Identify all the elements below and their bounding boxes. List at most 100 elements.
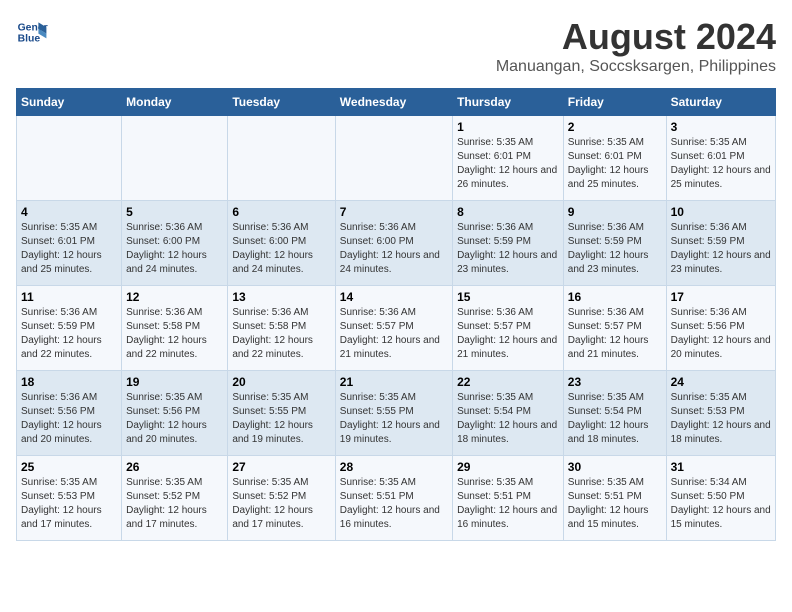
page-header: General Blue August 2024 Manuangan, Socc… <box>16 16 776 76</box>
day-info: Sunrise: 5:36 AM Sunset: 5:57 PM Dayligh… <box>340 306 448 362</box>
day-number: 19 <box>126 375 223 389</box>
day-info: Sunrise: 5:35 AM Sunset: 5:55 PM Dayligh… <box>232 391 330 447</box>
calendar-cell: 16 Sunrise: 5:36 AM Sunset: 5:57 PM Dayli… <box>563 286 666 371</box>
day-info: Sunrise: 5:35 AM Sunset: 5:54 PM Dayligh… <box>457 391 559 447</box>
day-number: 12 <box>126 290 223 304</box>
day-info: Sunrise: 5:35 AM Sunset: 5:51 PM Dayligh… <box>568 476 662 532</box>
day-number: 16 <box>568 290 662 304</box>
day-info: Sunrise: 5:35 AM Sunset: 5:51 PM Dayligh… <box>457 476 559 532</box>
day-info: Sunrise: 5:36 AM Sunset: 5:59 PM Dayligh… <box>568 221 662 277</box>
day-info: Sunrise: 5:36 AM Sunset: 6:00 PM Dayligh… <box>126 221 223 277</box>
calendar-week-row: 4 Sunrise: 5:35 AM Sunset: 6:01 PM Daylig… <box>17 201 776 286</box>
calendar-cell: 4 Sunrise: 5:35 AM Sunset: 6:01 PM Daylig… <box>17 201 122 286</box>
calendar-cell: 30 Sunrise: 5:35 AM Sunset: 5:51 PM Dayli… <box>563 456 666 541</box>
calendar-cell: 23 Sunrise: 5:35 AM Sunset: 5:54 PM Dayli… <box>563 371 666 456</box>
calendar-cell: 25 Sunrise: 5:35 AM Sunset: 5:53 PM Dayli… <box>17 456 122 541</box>
calendar-cell: 27Sunrise: 5:35 AM Sunset: 5:52 PM Dayli… <box>228 456 335 541</box>
day-number: 25 <box>21 460 117 474</box>
weekday-header: Wednesday <box>335 89 452 116</box>
day-info: Sunrise: 5:35 AM Sunset: 6:01 PM Dayligh… <box>457 136 559 192</box>
day-info: Sunrise: 5:35 AM Sunset: 6:01 PM Dayligh… <box>568 136 662 192</box>
day-number: 15 <box>457 290 559 304</box>
weekday-header: Tuesday <box>228 89 335 116</box>
day-info: Sunrise: 5:36 AM Sunset: 5:59 PM Dayligh… <box>457 221 559 277</box>
calendar-week-row: 25 Sunrise: 5:35 AM Sunset: 5:53 PM Dayli… <box>17 456 776 541</box>
calendar-cell: 9 Sunrise: 5:36 AM Sunset: 5:59 PM Daylig… <box>563 201 666 286</box>
title-section: August 2024 Manuangan, Soccsksargen, Phi… <box>496 16 776 76</box>
day-number: 17 <box>671 290 771 304</box>
day-info: Sunrise: 5:35 AM Sunset: 5:56 PM Dayligh… <box>126 391 223 447</box>
calendar-cell: 6 Sunrise: 5:36 AM Sunset: 6:00 PM Daylig… <box>228 201 335 286</box>
calendar-cell: 7 Sunrise: 5:36 AM Sunset: 6:00 PM Daylig… <box>335 201 452 286</box>
calendar-cell: 11 Sunrise: 5:36 AM Sunset: 5:59 PM Dayli… <box>17 286 122 371</box>
calendar-cell: 20Sunrise: 5:35 AM Sunset: 5:55 PM Dayli… <box>228 371 335 456</box>
day-number: 9 <box>568 205 662 219</box>
day-info: Sunrise: 5:35 AM Sunset: 5:52 PM Dayligh… <box>126 476 223 532</box>
calendar-cell: 17Sunrise: 5:36 AM Sunset: 5:56 PM Dayli… <box>666 286 775 371</box>
calendar-cell <box>335 116 452 201</box>
day-number: 28 <box>340 460 448 474</box>
day-number: 4 <box>21 205 117 219</box>
day-info: Sunrise: 5:35 AM Sunset: 5:53 PM Dayligh… <box>671 391 771 447</box>
day-info: Sunrise: 5:35 AM Sunset: 5:55 PM Dayligh… <box>340 391 448 447</box>
calendar-cell: 29 Sunrise: 5:35 AM Sunset: 5:51 PM Dayli… <box>453 456 564 541</box>
day-info: Sunrise: 5:35 AM Sunset: 6:01 PM Dayligh… <box>21 221 117 277</box>
calendar-cell <box>228 116 335 201</box>
day-info: Sunrise: 5:36 AM Sunset: 6:00 PM Dayligh… <box>340 221 448 277</box>
day-number: 30 <box>568 460 662 474</box>
calendar-week-row: 1 Sunrise: 5:35 AM Sunset: 6:01 PM Daylig… <box>17 116 776 201</box>
location-subtitle: Manuangan, Soccsksargen, Philippines <box>496 58 776 76</box>
calendar-cell <box>122 116 228 201</box>
calendar-cell: 21 Sunrise: 5:35 AM Sunset: 5:55 PM Dayli… <box>335 371 452 456</box>
day-number: 14 <box>340 290 448 304</box>
day-info: Sunrise: 5:36 AM Sunset: 5:58 PM Dayligh… <box>232 306 330 362</box>
calendar-cell: 18 Sunrise: 5:36 AM Sunset: 5:56 PM Dayli… <box>17 371 122 456</box>
day-info: Sunrise: 5:35 AM Sunset: 5:52 PM Dayligh… <box>232 476 330 532</box>
day-number: 11 <box>21 290 117 304</box>
calendar-cell: 15 Sunrise: 5:36 AM Sunset: 5:57 PM Dayli… <box>453 286 564 371</box>
calendar-cell: 26Sunrise: 5:35 AM Sunset: 5:52 PM Dayli… <box>122 456 228 541</box>
logo-icon: General Blue <box>16 16 48 48</box>
calendar-cell: 5 Sunrise: 5:36 AM Sunset: 6:00 PM Daylig… <box>122 201 228 286</box>
day-number: 6 <box>232 205 330 219</box>
day-number: 10 <box>671 205 771 219</box>
day-number: 18 <box>21 375 117 389</box>
day-info: Sunrise: 5:36 AM Sunset: 5:59 PM Dayligh… <box>21 306 117 362</box>
day-number: 22 <box>457 375 559 389</box>
calendar-header-row: SundayMondayTuesdayWednesdayThursdayFrid… <box>17 89 776 116</box>
calendar-cell: 22 Sunrise: 5:35 AM Sunset: 5:54 PM Dayli… <box>453 371 564 456</box>
day-info: Sunrise: 5:36 AM Sunset: 5:59 PM Dayligh… <box>671 221 771 277</box>
day-info: Sunrise: 5:36 AM Sunset: 6:00 PM Dayligh… <box>232 221 330 277</box>
calendar-cell: 14 Sunrise: 5:36 AM Sunset: 5:57 PM Dayli… <box>335 286 452 371</box>
day-info: Sunrise: 5:35 AM Sunset: 5:53 PM Dayligh… <box>21 476 117 532</box>
day-number: 23 <box>568 375 662 389</box>
weekday-header: Sunday <box>17 89 122 116</box>
calendar-cell: 2 Sunrise: 5:35 AM Sunset: 6:01 PM Daylig… <box>563 116 666 201</box>
calendar-table: SundayMondayTuesdayWednesdayThursdayFrid… <box>16 88 776 541</box>
calendar-cell <box>17 116 122 201</box>
calendar-cell: 8 Sunrise: 5:36 AM Sunset: 5:59 PM Daylig… <box>453 201 564 286</box>
day-number: 24 <box>671 375 771 389</box>
day-info: Sunrise: 5:36 AM Sunset: 5:57 PM Dayligh… <box>568 306 662 362</box>
weekday-header: Monday <box>122 89 228 116</box>
day-number: 8 <box>457 205 559 219</box>
day-info: Sunrise: 5:36 AM Sunset: 5:56 PM Dayligh… <box>21 391 117 447</box>
day-number: 7 <box>340 205 448 219</box>
day-info: Sunrise: 5:35 AM Sunset: 6:01 PM Dayligh… <box>671 136 771 192</box>
weekday-header: Thursday <box>453 89 564 116</box>
weekday-header: Saturday <box>666 89 775 116</box>
day-info: Sunrise: 5:36 AM Sunset: 5:57 PM Dayligh… <box>457 306 559 362</box>
day-number: 29 <box>457 460 559 474</box>
day-number: 2 <box>568 120 662 134</box>
day-number: 31 <box>671 460 771 474</box>
logo: General Blue <box>16 16 48 48</box>
day-number: 5 <box>126 205 223 219</box>
day-info: Sunrise: 5:35 AM Sunset: 5:51 PM Dayligh… <box>340 476 448 532</box>
calendar-cell: 28 Sunrise: 5:35 AM Sunset: 5:51 PM Dayli… <box>335 456 452 541</box>
day-number: 3 <box>671 120 771 134</box>
calendar-cell: 13Sunrise: 5:36 AM Sunset: 5:58 PM Dayli… <box>228 286 335 371</box>
weekday-header: Friday <box>563 89 666 116</box>
day-number: 1 <box>457 120 559 134</box>
day-number: 21 <box>340 375 448 389</box>
day-info: Sunrise: 5:35 AM Sunset: 5:54 PM Dayligh… <box>568 391 662 447</box>
